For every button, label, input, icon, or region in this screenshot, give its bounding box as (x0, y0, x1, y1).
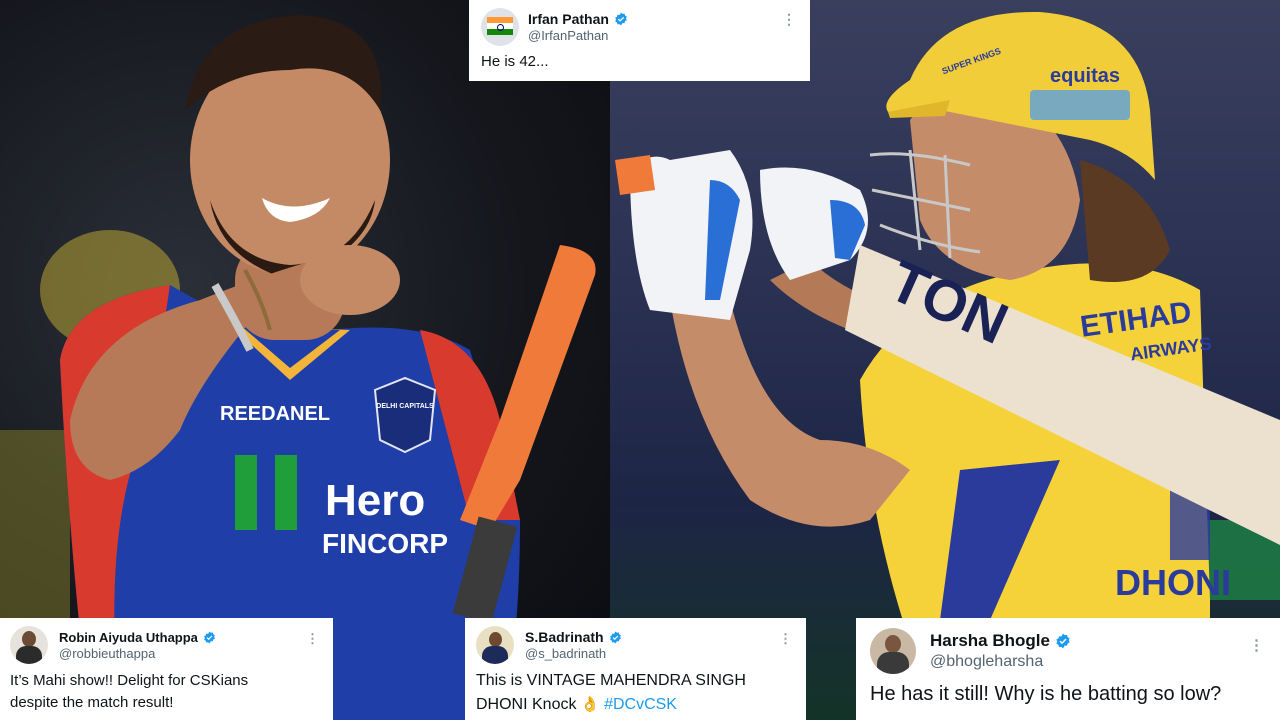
tweet-text-line-2-words: DHONI Knock (476, 696, 577, 713)
more-options-icon[interactable]: ⋮ (1249, 638, 1264, 653)
tweet-harsha-bhogle[interactable]: Harsha Bhogle @bhogleharsha ⋮ He has it … (856, 618, 1280, 720)
author-handle[interactable]: @s_badrinath (525, 646, 622, 661)
photo-csk-batter: equitas SUPER KINGS TON ETIHAD AIRWAYS D… (610, 0, 1280, 720)
tweet-robin-uthappa[interactable]: Robin Aiyuda Uthappa @robbieuthappa ⋮ It… (0, 618, 333, 720)
verified-badge-icon (615, 12, 627, 26)
tweet-text: He is 42... (481, 53, 549, 70)
more-options-icon[interactable]: ⋮ (306, 632, 319, 645)
chest-text: REEDANEL (220, 403, 330, 425)
tweet-text-line-1: This is VINTAGE MAHENDRA SINGH (476, 672, 746, 689)
tweet-text-line-1: It’s Mahi show!! Delight for CSKians (10, 672, 249, 689)
author-name[interactable]: S.Badrinath (525, 629, 604, 645)
more-options-icon[interactable]: ⋮ (779, 632, 792, 645)
avatar[interactable] (870, 628, 916, 674)
tweet-text: He has it still! Why is he batting so lo… (870, 683, 1222, 705)
avatar[interactable] (476, 626, 514, 664)
author-handle[interactable]: @bhogleharsha (930, 653, 1071, 671)
tweet-irfan-pathan[interactable]: Irfan Pathan @IrfanPathan ⋮ He is 42... (469, 0, 810, 81)
author-name[interactable]: Irfan Pathan (528, 11, 609, 27)
more-options-icon[interactable]: ⋮ (782, 12, 796, 26)
avatar[interactable] (10, 626, 48, 664)
shirt-back: DHONI (1115, 562, 1231, 603)
verified-badge-icon (1056, 633, 1070, 649)
verified-badge-icon (609, 631, 621, 643)
avatar[interactable] (481, 8, 519, 46)
hashtag-link[interactable]: #DCvCSK (604, 696, 677, 713)
tweet-text: It’s Mahi show!! Delight for CSKians des… (10, 670, 323, 714)
verified-badge-icon (204, 631, 215, 643)
author-name[interactable]: Robin Aiyuda Uthappa (59, 630, 198, 645)
tweet-text-line-2: DHONI Knock 👌 #DCvCSK (476, 693, 795, 717)
jersey-brand: Hero (325, 476, 425, 525)
tweet-text: This is VINTAGE MAHENDRA SINGH DHONI Kno… (476, 669, 795, 717)
tweet-s-badrinath[interactable]: S.Badrinath @s_badrinath ⋮ This is VINTA… (465, 618, 806, 720)
author-handle[interactable]: @robbieuthappa (59, 646, 216, 661)
author-handle[interactable]: @IrfanPathan (528, 28, 628, 43)
jersey-sub: FINCORP (322, 528, 448, 559)
csk-batter-illustration: equitas SUPER KINGS TON ETIHAD AIRWAYS D… (615, 11, 1280, 720)
tweet-text-line-2: despite the match result! (10, 694, 174, 711)
delhi-batter-illustration: DELHI CAPITALS REEDANEL Hero FINCORP (0, 15, 596, 720)
helmet-text: equitas (1050, 65, 1120, 87)
photo-delhi-batter: DELHI CAPITALS REEDANEL Hero FINCORP (0, 0, 610, 720)
author-name[interactable]: Harsha Bhogle (930, 631, 1050, 651)
ok-hand-emoji: 👌 (580, 696, 600, 713)
team-badge-text: DELHI CAPITALS (376, 403, 434, 410)
